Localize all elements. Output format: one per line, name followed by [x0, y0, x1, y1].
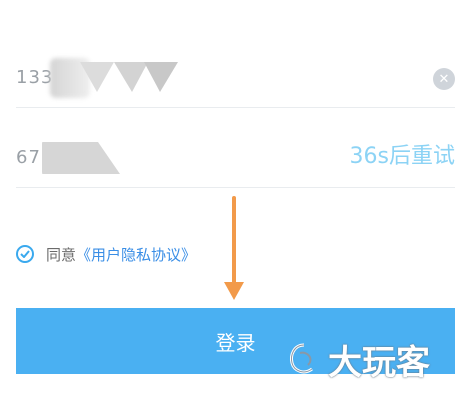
redaction-mask [80, 62, 178, 92]
resend-code-countdown[interactable]: 36s后重试 [350, 142, 455, 172]
watermark-text: 大玩客 [328, 342, 430, 383]
agree-label: 同意 [46, 245, 77, 264]
verification-code-field[interactable]: 67 [16, 144, 41, 172]
phone-number-field[interactable]: 133 [16, 64, 53, 92]
annotation-arrow-shaft [232, 196, 236, 286]
divider [16, 187, 455, 188]
clear-input-button[interactable]: ✕ [433, 68, 455, 90]
divider [16, 107, 455, 108]
redaction-mask [42, 142, 120, 174]
privacy-agreement-link[interactable]: 《用户隐私协议》 [76, 244, 196, 265]
verification-code-row[interactable]: 67 36s后重试 [16, 128, 455, 188]
agreement-row: 同意 《用户隐私协议》 [16, 240, 196, 268]
annotation-arrow-head [224, 282, 244, 300]
close-icon: ✕ [438, 71, 450, 87]
watermark-logo-icon [290, 343, 313, 374]
watermark: 大玩客 [286, 336, 430, 383]
phone-input-row[interactable]: 133 ✕ [16, 48, 455, 108]
login-button-label: 登录 [215, 330, 256, 355]
checkmark-icon [20, 250, 30, 258]
check-circle-icon[interactable] [16, 245, 34, 263]
